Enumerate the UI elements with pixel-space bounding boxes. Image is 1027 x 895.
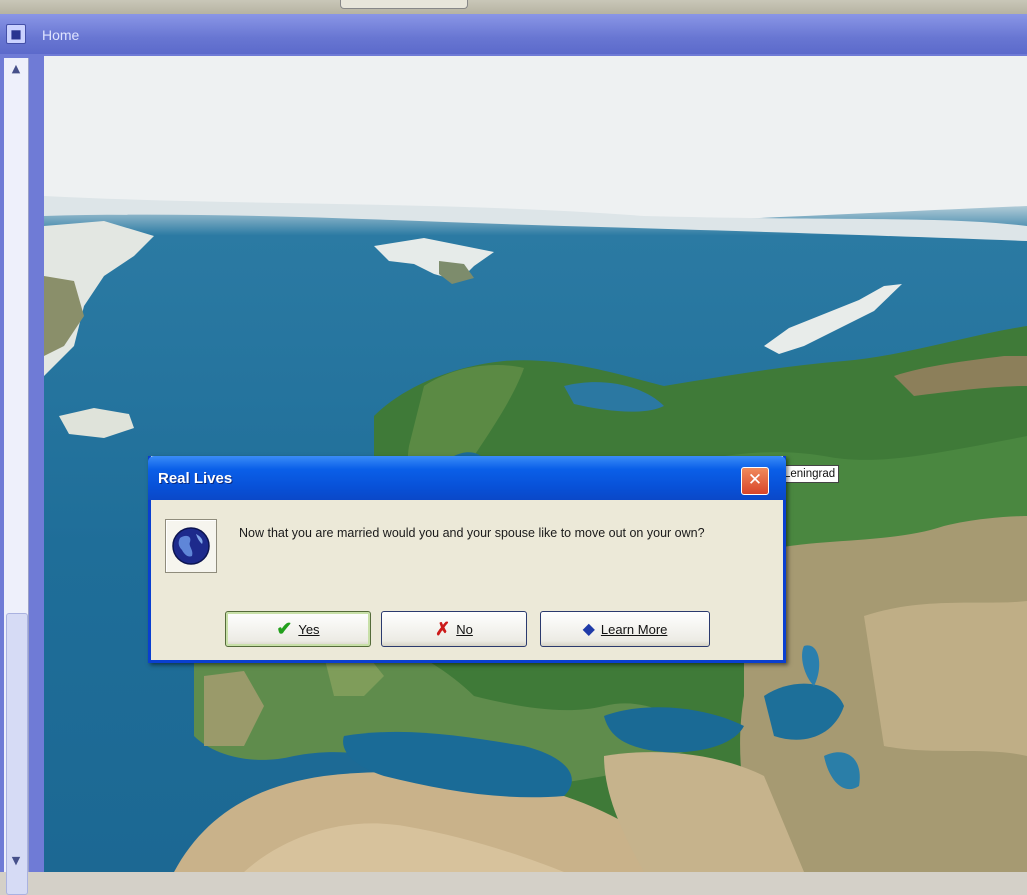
top-toolbar-strip — [0, 0, 1027, 15]
check-icon: ✔ — [276, 618, 293, 640]
no-button[interactable]: ✗ No — [381, 611, 527, 647]
toolbar-tab[interactable] — [340, 0, 468, 9]
no-button-label: No — [456, 621, 473, 637]
scroll-down-icon[interactable]: ▼ — [4, 850, 28, 872]
window-system-icon[interactable]: ■ — [6, 24, 26, 44]
dialog-message: Now that you are married would you and y… — [239, 526, 705, 540]
yes-button-label: Yes — [298, 621, 320, 637]
learn-more-button-label: Learn More — [600, 621, 668, 637]
main-window: ■ Home ▲ ▼ Leningrad Real Lives ✕ Now th… — [0, 14, 1027, 895]
x-icon: ✗ — [435, 618, 451, 639]
learn-more-icon: ◆ — [582, 621, 595, 638]
close-icon[interactable]: ✕ — [741, 467, 769, 495]
dialog-title: Real Lives — [158, 470, 233, 487]
learn-more-button[interactable]: ◆ Learn More — [540, 611, 710, 647]
window-titlebar: ■ Home — [0, 14, 1027, 54]
vertical-scrollbar[interactable]: ▲ ▼ — [4, 58, 29, 895]
real-lives-dialog: Real Lives ✕ Now that you are married wo… — [148, 456, 786, 663]
globe-icon — [165, 519, 217, 573]
city-label[interactable]: Leningrad — [780, 465, 840, 483]
scroll-up-icon[interactable]: ▲ — [4, 58, 28, 80]
dialog-titlebar: Real Lives ✕ — [148, 456, 786, 500]
yes-button[interactable]: ✔ Yes — [225, 611, 371, 647]
window-title: Home — [42, 27, 80, 43]
